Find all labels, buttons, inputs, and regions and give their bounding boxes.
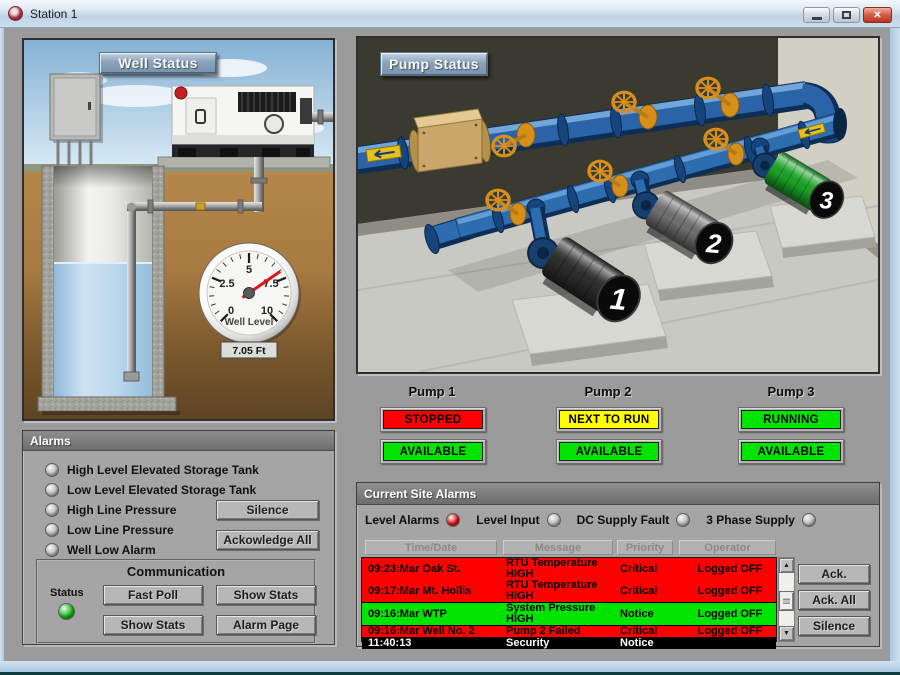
alarm-page-button[interactable]: Alarm Page: [216, 615, 316, 635]
indicator-label: Level Alarms: [365, 513, 439, 527]
window-border-right: [890, 28, 900, 672]
show-stats-button-bottom[interactable]: Show Stats: [103, 615, 203, 635]
communication-title: Communication: [38, 564, 314, 579]
scroll-down-icon[interactable]: ▼: [779, 626, 794, 641]
indicator-label: 3 Phase Supply: [706, 513, 795, 527]
fast-poll-button[interactable]: Fast Poll: [103, 585, 203, 605]
column-header-time[interactable]: Time/Date: [365, 540, 497, 555]
close-icon: ✕: [873, 10, 881, 21]
site-alarms-title: Current Site Alarms: [357, 483, 879, 505]
pump-status-panel: 1 2: [356, 36, 880, 374]
generator-pad: [158, 157, 330, 168]
column-header-priority[interactable]: Priority: [617, 540, 673, 555]
alarm-item: High Level Elevated Storage Tank: [45, 462, 259, 478]
level-input-lamp: [547, 513, 561, 527]
show-stats-button-top[interactable]: Show Stats: [216, 585, 316, 605]
site-alarm-indicators: Level Alarms Level Input DC Supply Fault…: [365, 513, 816, 527]
scroll-up-icon[interactable]: ▲: [779, 558, 794, 573]
comm-status-lamp: [58, 603, 75, 620]
alarm-item: Well Low Alarm: [45, 542, 156, 558]
alarm-scrollbar[interactable]: ▲ ▼: [778, 557, 795, 642]
app-icon: [8, 6, 23, 21]
maximize-button[interactable]: [833, 7, 860, 23]
scrollbar-track[interactable]: [779, 573, 794, 626]
alarm-lamp: [45, 543, 59, 557]
acknowledge-all-button[interactable]: Ackowledge All: [216, 530, 319, 550]
minimize-button[interactable]: [803, 7, 830, 23]
communication-group: Communication Status Fast Poll Show Stat…: [36, 559, 316, 644]
pump-1-label: Pump 1: [387, 384, 477, 399]
alarm-row[interactable]: 09:23:Mar Oak St.RTU Temperature HIGHCri…: [362, 558, 776, 580]
pump-1-availability-box: AVAILABLE: [380, 439, 486, 464]
alarm-item: Low Line Pressure: [45, 522, 174, 538]
well-status-panel: 0 2.5 5 7.5 10 Well Level 7.05 Ft: [22, 38, 335, 421]
silence-button[interactable]: Silence: [216, 500, 319, 520]
titlebar: Station 1 ✕: [0, 0, 900, 28]
pipe-fitting: [196, 203, 205, 210]
alarm-lamp: [45, 483, 59, 497]
maximize-icon: [842, 11, 851, 19]
column-header-message[interactable]: Message: [503, 540, 613, 555]
window-border-bottom: [0, 661, 900, 672]
alarm-lamp: [45, 503, 59, 517]
svg-text:0: 0: [228, 305, 234, 317]
alarm-item: Low Level Elevated Storage Tank: [45, 482, 256, 498]
comm-status-label: Status: [50, 587, 84, 599]
pump-2-label: Pump 2: [563, 384, 653, 399]
well-level-readout: 7.05 Ft: [221, 342, 277, 358]
indicator-label: DC Supply Fault: [577, 513, 670, 527]
alarm-row[interactable]: 09:16:Mar WTPSystem Pressure HIGHNoticeL…: [362, 602, 776, 625]
alarm-list: 09:23:Mar Oak St.RTU Temperature HIGHCri…: [361, 557, 777, 642]
pump-1-status-box: STOPPED: [380, 407, 486, 432]
window: Station 1 ✕: [0, 0, 900, 675]
pump-3-status-box: RUNNING: [738, 407, 844, 432]
alarm-row[interactable]: 11:40:13SecurityNotice: [362, 637, 776, 649]
dc-supply-fault-lamp: [676, 513, 690, 527]
check-valve: [407, 109, 493, 173]
level-alarms-lamp: [446, 513, 460, 527]
indicator-label: Level Input: [476, 513, 539, 527]
pump-3-availability-box: AVAILABLE: [738, 439, 844, 464]
alarm-lamp: [45, 523, 59, 537]
svg-text:10: 10: [261, 305, 273, 317]
client-area: 0 2.5 5 7.5 10 Well Level 7.05 Ft: [4, 28, 890, 661]
well-scene: 0 2.5 5 7.5 10 Well Level 7.05 Ft: [24, 40, 333, 419]
ack-all-button[interactable]: Ack. All: [798, 590, 870, 610]
window-title: Station 1: [30, 7, 77, 21]
close-button[interactable]: ✕: [863, 7, 892, 23]
gauge-label: Well Level: [225, 317, 274, 328]
pump-3-label: Pump 3: [746, 384, 836, 399]
ack-button[interactable]: Ack.: [798, 564, 870, 584]
alarm-row[interactable]: 09:17:Mar Mt. HollisRTU Temperature HIGH…: [362, 580, 776, 602]
alarm-row[interactable]: 09:16:Mar Well No. 2Pump 2 FailedCritica…: [362, 625, 776, 637]
scrollbar-thumb[interactable]: [779, 591, 794, 611]
well-status-badge[interactable]: Well Status: [99, 52, 217, 74]
alarms-panel-title: Alarms: [23, 431, 334, 451]
pump-1-number: 1: [609, 283, 629, 317]
three-phase-supply-lamp: [802, 513, 816, 527]
svg-text:2.5: 2.5: [219, 278, 234, 290]
generator-logo-icon: [175, 87, 187, 99]
column-header-operator[interactable]: Operator: [679, 540, 776, 555]
svg-text:7.05 Ft: 7.05 Ft: [232, 345, 266, 357]
pump-2-availability-box: AVAILABLE: [556, 439, 662, 464]
pump-status-badge[interactable]: Pump Status: [380, 52, 488, 76]
alarms-panel: Alarms High Level Elevated Storage Tank …: [22, 430, 335, 645]
pump-scene: 1 2: [358, 38, 878, 372]
silence-button-site[interactable]: Silence: [798, 616, 870, 636]
minimize-icon: [812, 17, 822, 20]
generator: [172, 86, 333, 157]
svg-text:5: 5: [246, 264, 252, 276]
site-alarms-panel: Current Site Alarms Level Alarms Level I…: [356, 482, 880, 647]
pump-2-number: 2: [704, 228, 723, 259]
alarm-lamp: [45, 463, 59, 477]
alarm-item: High Line Pressure: [45, 502, 176, 518]
pump-2-status-box: NEXT TO RUN: [556, 407, 662, 432]
